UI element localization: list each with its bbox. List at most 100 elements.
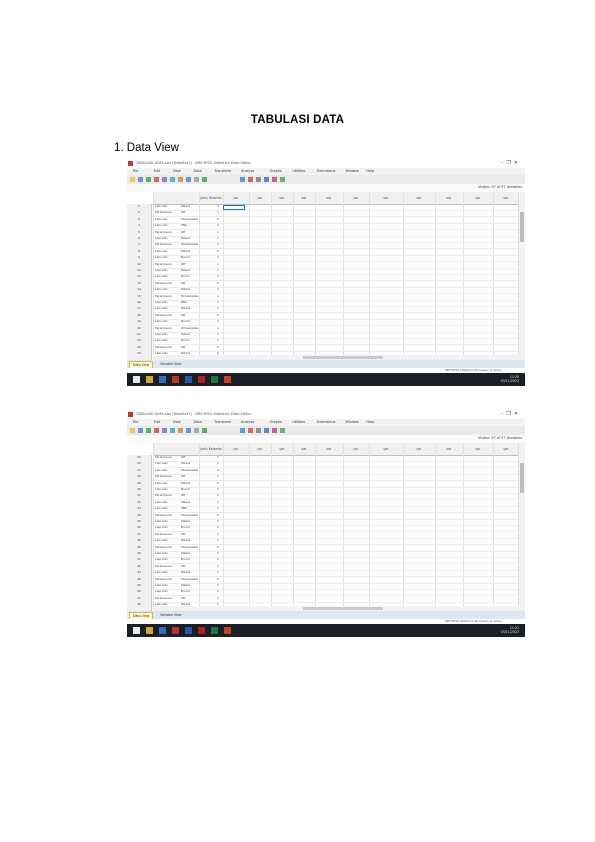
tab-variable-view[interactable]: Variable View <box>157 612 184 618</box>
cell-value[interactable]: Petani <box>181 287 221 291</box>
cell-value[interactable]: 1 <box>217 210 223 214</box>
scrollbar-thumb[interactable] <box>520 212 524 242</box>
cell-value[interactable]: 1 <box>217 577 223 581</box>
cell-value[interactable]: Wiraswasta <box>181 242 221 246</box>
cell-value[interactable]: 2 <box>217 493 223 497</box>
cell-value[interactable]: IRT <box>181 455 221 459</box>
menu-item-window[interactable]: Window <box>346 420 359 424</box>
column-header[interactable]: var <box>315 443 344 455</box>
taskbar-app-icon[interactable] <box>185 627 192 634</box>
cell-value[interactable]: Wiraswasta <box>181 545 221 549</box>
cell-value[interactable]: Wiraswasta <box>181 326 221 330</box>
cell-value[interactable]: Perempuan <box>155 313 179 317</box>
cell-value[interactable]: 1 <box>217 596 223 600</box>
cell-value[interactable]: 1 <box>217 461 223 465</box>
cell-value[interactable]: 1 <box>217 532 223 536</box>
row-number[interactable]: 38 <box>127 538 151 542</box>
cell-value[interactable]: Laki-laki <box>155 204 179 208</box>
vertical-scrollbar[interactable] <box>518 192 525 360</box>
cell-value[interactable]: 1 <box>217 287 223 291</box>
cell-value[interactable]: Wiraswasta <box>181 217 221 221</box>
toolbar-button-icon[interactable] <box>146 177 151 182</box>
cell-value[interactable]: Laki-laki <box>155 217 179 221</box>
cell-value[interactable]: Laki-laki <box>155 570 179 574</box>
row-number[interactable]: 10 <box>127 262 151 266</box>
cell-value[interactable]: 1 <box>217 236 223 240</box>
row-number[interactable]: 6 <box>127 236 151 240</box>
toolbar-button-icon[interactable] <box>264 428 269 433</box>
cell-value[interactable]: Perempuan <box>155 262 179 266</box>
cell-value[interactable]: Laki-laki <box>155 500 179 504</box>
cell-value[interactable]: IRT <box>181 313 221 317</box>
cell-value[interactable]: Wiraswasta <box>181 294 221 298</box>
cell-value[interactable]: 1 <box>217 255 223 259</box>
cell-value[interactable]: 1 <box>217 230 223 234</box>
row-number[interactable]: 36 <box>127 525 151 529</box>
toolbar-button-icon[interactable] <box>154 428 159 433</box>
row-number[interactable]: 25 <box>127 455 151 459</box>
taskbar-app-icon[interactable] <box>146 376 153 383</box>
cell-value[interactable]: 2 <box>217 332 223 336</box>
menu-item-extensions[interactable]: Extensions <box>317 169 335 173</box>
row-number[interactable]: 27 <box>127 468 151 472</box>
cell-value[interactable]: 1 <box>217 487 223 491</box>
window-controls[interactable]: –❐✕ <box>501 411 521 417</box>
scrollbar-thumb[interactable] <box>520 463 524 493</box>
taskbar-app-icon[interactable] <box>185 376 192 383</box>
cell-value[interactable]: Petani <box>181 500 221 504</box>
cell-value[interactable]: 1 <box>217 281 223 285</box>
cell-value[interactable]: Perempuan <box>155 564 179 568</box>
cell-value[interactable]: Perempuan <box>155 577 179 581</box>
column-header[interactable]: var <box>223 192 250 204</box>
row-number[interactable]: 26 <box>127 461 151 465</box>
row-number[interactable]: 16 <box>127 300 151 304</box>
toolbar-button-icon[interactable] <box>146 428 151 433</box>
row-number[interactable]: 7 <box>127 242 151 246</box>
cell-value[interactable]: Perempuan <box>155 230 179 234</box>
row-number[interactable]: 12 <box>127 274 151 278</box>
menu-item-graphs[interactable]: Graphs <box>270 169 282 173</box>
toolbar-button-icon[interactable] <box>202 428 207 433</box>
row-number[interactable]: 24 <box>127 351 151 355</box>
menu-item-analyze[interactable]: Analyze <box>241 420 254 424</box>
cell-value[interactable]: 1 <box>217 345 223 349</box>
cell-value[interactable]: 2 <box>217 223 223 227</box>
column-header[interactable]: var <box>223 443 250 455</box>
cell-value[interactable]: Laki-laki <box>155 236 179 240</box>
scrollbar-thumb[interactable] <box>303 356 383 359</box>
row-number[interactable]: 22 <box>127 338 151 342</box>
menu-item-analyze[interactable]: Analyze <box>241 169 254 173</box>
cell-value[interactable]: Petani <box>181 551 221 555</box>
scrollbar-thumb[interactable] <box>303 607 383 610</box>
row-number[interactable]: 44 <box>127 577 151 581</box>
cell-value[interactable]: Laki-laki <box>155 519 179 523</box>
cell-value[interactable]: PNS <box>181 506 221 510</box>
toolbar-button-icon[interactable] <box>130 177 135 182</box>
row-number[interactable]: 40 <box>127 551 151 555</box>
cell-value[interactable]: Perempuan <box>155 493 179 497</box>
cell-value[interactable]: Petani <box>181 583 221 587</box>
menu-item-data[interactable]: Data <box>194 420 202 424</box>
menu-item-view[interactable]: View <box>173 169 181 173</box>
menu-item-extensions[interactable]: Extensions <box>317 420 335 424</box>
cell-value[interactable]: 1 <box>217 306 223 310</box>
menu-item-graphs[interactable]: Graphs <box>270 420 282 424</box>
row-number[interactable]: 11 <box>127 268 151 272</box>
menu-item-file[interactable]: File <box>133 169 139 173</box>
cell-value[interactable]: PNS <box>181 223 221 227</box>
cell-value[interactable]: Petani <box>181 249 221 253</box>
menu-item-help[interactable]: Help <box>366 169 374 173</box>
window-controls[interactable]: –❐✕ <box>501 160 521 166</box>
cell-value[interactable]: Buruh <box>181 274 221 278</box>
row-number[interactable]: 47 <box>127 596 151 600</box>
close-icon[interactable]: ✕ <box>514 160 521 166</box>
column-header[interactable]: var <box>271 443 294 455</box>
cell-value[interactable]: Perempuan <box>155 210 179 214</box>
row-number[interactable]: 33 <box>127 506 151 510</box>
row-number[interactable]: 5 <box>127 230 151 234</box>
taskbar-app-icon[interactable] <box>159 376 166 383</box>
row-number[interactable]: 37 <box>127 532 151 536</box>
column-header[interactable]: var <box>435 443 464 455</box>
windows-start-icon[interactable] <box>133 627 140 634</box>
toolbar-button-icon[interactable] <box>162 177 167 182</box>
